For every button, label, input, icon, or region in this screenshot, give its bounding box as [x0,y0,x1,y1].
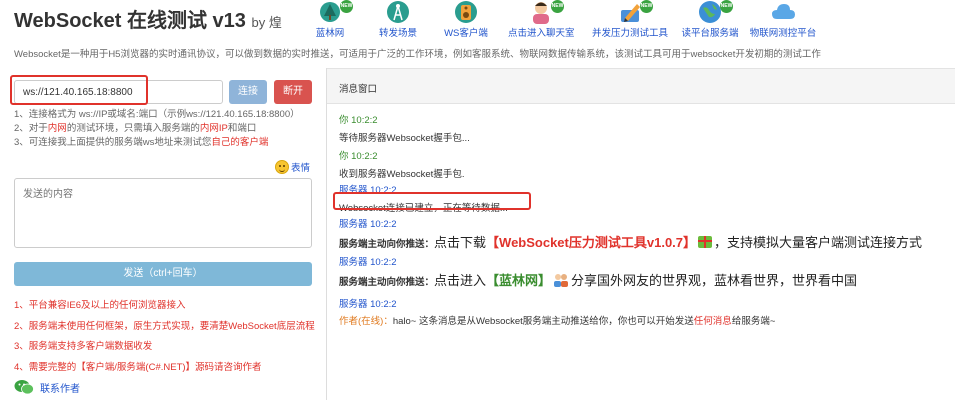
note-item: 2、服务端未使用任何框架，原生方式实现，要清楚WebSocket底层流程 [14,320,315,332]
message-text: 服务端主动向你推送：点击下载【WebSocket压力测试工具v1.0.7】 ，支持… [339,235,923,250]
smiley-icon [274,160,289,174]
feature-notes: 1、平台兼容IE6及以上的任何浏览器接入 2、服务端未使用任何框架，原生方式实现… [14,296,315,378]
blue-forest-icon: NEW [317,0,353,24]
people-icon [553,273,569,287]
wechat-icon [14,379,34,395]
new-badge: NEW [551,0,564,13]
download-stress-tool-link[interactable]: 【WebSocket压力测试工具v1.0.7】 [486,235,696,250]
message-text: 等待服务器Websocket握手包... [339,133,470,144]
nav-item-server-platform[interactable]: NEW 读平台服务端 [680,0,740,39]
message-sender: 服务器 10:2:2 [339,299,397,310]
pencil-tool-icon: NEW [617,0,653,24]
ws-url-input[interactable] [14,80,223,104]
message-sender: 服务器 10:2:2 [339,219,397,230]
send-button[interactable]: 发送（ctrl+回车） [14,262,312,286]
emoji-button[interactable]: 表情 [274,160,310,174]
message-item: 你 10:2:2 收到服务器Websocket握手包. [339,148,464,180]
chat-avatar-icon: NEW [528,0,564,24]
message-text: 服务端主动向你推送：点击进入【蓝林网】 分享国外网友的世界观，蓝林看世界，世界看中… [339,273,858,288]
new-badge: NEW [640,0,653,13]
message-item: 服务器 10:2:2 作者(在线)：halo~ 这条消息是从Websocket服… [339,296,775,327]
nav-item-forward[interactable]: 转发场景 [376,0,420,39]
gift-icon [698,236,713,248]
contact-author-link[interactable]: 联系作者 [14,379,80,395]
message-sender: 你 10:2:2 [339,115,378,126]
note-item: 3、服务端支持多客户端数据收发 [14,341,153,352]
message-sender: 你 10:2:2 [339,151,378,162]
nav-item-chatroom[interactable]: NEW 点击进入聊天室 [508,0,575,39]
nav-item-lanlin[interactable]: NEW 蓝林网 [310,0,353,39]
message-text: 作者(在线)：halo~ 这条消息是从Websocket服务端主动推送给你，你也… [339,316,776,327]
message-input[interactable] [14,178,312,248]
speaker-icon [453,0,479,24]
nav-item-stress-tool[interactable]: NEW 并发压力测试工具 [592,0,668,39]
lanlin-link[interactable]: 【蓝林网】 [486,273,551,288]
message-text: Websocket连接已建立，正在等待数据... [339,203,508,214]
cloud-icon [770,0,796,24]
nav-item-iot-platform[interactable]: 物联网测控平台 [748,0,818,39]
nav-item-ws-client[interactable]: WS客户端 [442,0,490,39]
tip-3: 3、可连接我上面提供的服务端ws地址来测试您自己的客户端 [14,137,269,148]
page-title: WebSocket 在线测试 v13 by 煌 [14,10,282,32]
connect-button[interactable]: 连接 [229,80,267,104]
message-item: 服务器 10:2:2 服务端主动向你推送：点击下载【WebSocket压力测试工… [339,216,922,251]
message-item: 服务器 10:2:2 Websocket连接已建立，正在等待数据... [339,182,508,214]
new-badge: NEW [720,0,733,13]
connection-tips: 1、连接格式为 ws://IP或域名:端口（示例ws://121.40.165.… [14,108,300,150]
message-text: 收到服务器Websocket握手包. [339,169,465,180]
message-sender: 服务器 10:2:2 [339,185,397,196]
note-item: 4、需要完整的【客户端/服务端(C#.NET)】源码请咨询作者 [14,361,262,373]
intro-text: Websocket是一种用于H5浏览器的实时通讯协议，可以做到数据的实时推送，可… [14,49,821,60]
message-window-header: 消息窗口 [327,68,955,104]
tip-1: 1、连接格式为 ws://IP或域名:端口（示例ws://121.40.165.… [14,109,300,120]
tip-2: 2、对于内网的测试环境，只需填入服务端的内网IP和端口 [14,123,257,134]
new-badge: NEW [340,0,353,13]
message-sender: 服务器 10:2:2 [339,257,397,268]
disconnect-button[interactable]: 断开 [274,80,312,104]
antenna-icon [385,0,411,24]
message-item: 你 10:2:2 等待服务器Websocket握手包... [339,112,470,144]
message-panel: 消息窗口 你 10:2:2 等待服务器Websocket握手包... 你 10:… [326,68,955,400]
author-byline: by 煌 [251,15,282,30]
globe-icon: NEW [697,0,733,24]
note-item: 1、平台兼容IE6及以上的任何浏览器接入 [14,300,186,311]
message-item: 服务器 10:2:2 服务端主动向你推送：点击进入【蓝林网】 分享国外网友的世界观… [339,254,857,289]
left-panel: 连接 断开 1、连接格式为 ws://IP或域名:端口（示例ws://121.4… [0,68,326,400]
